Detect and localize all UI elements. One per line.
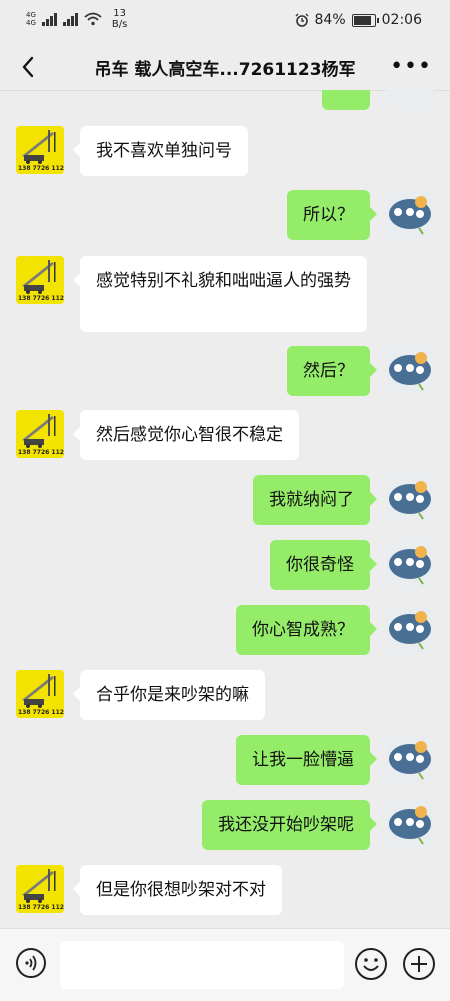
message-bubble-right-partial[interactable]	[322, 90, 377, 110]
cloud-avatar-image	[386, 800, 434, 848]
message-bubble-left[interactable]: 但是你很想吵架对不对	[73, 865, 282, 915]
message-bubble-right[interactable]: 你很奇怪	[270, 540, 377, 590]
emoji-icon[interactable]	[354, 947, 388, 981]
avatar-self[interactable]	[386, 475, 434, 523]
avatar-self-partial[interactable]	[386, 90, 434, 108]
cloud-avatar-image	[386, 346, 434, 394]
network-indicators: 4G 4G	[26, 11, 36, 27]
speed-value: 13	[113, 8, 126, 19]
cloud-avatar-image	[386, 540, 434, 588]
avatar-self[interactable]	[386, 346, 434, 394]
network-type-2: 4G	[26, 19, 36, 27]
message-bubble-right[interactable]: 我就纳闷了	[253, 475, 377, 525]
message-bubble-right[interactable]: 我还没开始吵架呢	[202, 800, 377, 850]
message-bubble-left[interactable]: 感觉特别不礼貌和咄咄逼人的强势	[73, 256, 367, 332]
message-bubble-right[interactable]: 所以？	[287, 190, 377, 240]
more-icon[interactable]: •••	[390, 54, 432, 79]
avatar-phone-text: 138 7726 1123	[18, 165, 64, 172]
battery-percent: 84%	[314, 12, 346, 28]
avatar-contact[interactable]: 138 7726 1123	[16, 410, 64, 458]
speed-unit: B/s	[111, 19, 128, 30]
avatar-contact[interactable]: 138 7726 1123	[16, 256, 64, 304]
message-list[interactable]: 138 7726 1123 我不喜欢单独问号 所以？ 138 7726 1123 感觉特…	[0, 90, 450, 928]
message-bubble-left[interactable]: 合乎你是来吵架的嘛	[73, 670, 265, 720]
cloud-avatar-image	[386, 475, 434, 523]
message-bubble-left[interactable]: 然后感觉你心智很不稳定	[73, 410, 299, 460]
status-right: 84% 02:06	[295, 12, 422, 28]
input-bar	[0, 928, 450, 1001]
status-bar: 4G 4G 13 B/s 84% 02:06	[0, 0, 450, 44]
message-input[interactable]	[60, 941, 344, 989]
avatar-contact[interactable]: 138 7726 1123	[16, 670, 64, 718]
message-bubble-right[interactable]: 让我一脸懵逼	[236, 735, 377, 785]
cloud-avatar-image	[386, 735, 434, 783]
wifi-icon	[84, 12, 102, 26]
avatar-self[interactable]	[386, 540, 434, 588]
cloud-avatar-image	[386, 605, 434, 653]
clock: 02:06	[381, 12, 422, 28]
chat-title: 吊车 载人高空车...7261123杨军	[94, 60, 356, 80]
alarm-icon	[295, 13, 309, 27]
avatar-phone-text: 138 7726 1123	[18, 295, 64, 302]
message-bubble-right[interactable]: 然后？	[287, 346, 377, 396]
avatar-self[interactable]	[386, 190, 434, 238]
battery-icon	[351, 13, 379, 27]
cloud-avatar-image	[386, 190, 434, 238]
chevron-left-icon[interactable]	[14, 52, 44, 82]
network-speed: 13 B/s	[112, 8, 127, 30]
avatar-phone-text: 138 7726 1123	[18, 904, 64, 911]
voice-icon[interactable]	[15, 947, 47, 979]
avatar-phone-text: 138 7726 1123	[18, 449, 64, 456]
signal-icon-2	[62, 12, 78, 26]
avatar-contact[interactable]: 138 7726 1123	[16, 126, 64, 174]
message-bubble-right[interactable]: 你心智成熟？	[236, 605, 377, 655]
signal-icon	[41, 12, 57, 26]
plus-icon[interactable]	[402, 947, 436, 981]
network-type-1: 4G	[26, 11, 36, 19]
avatar-self[interactable]	[386, 735, 434, 783]
avatar-phone-text: 138 7726 1123	[18, 709, 64, 716]
avatar-self[interactable]	[386, 605, 434, 653]
chat-header: 吊车 载人高空车...7261123杨军 •••	[0, 44, 450, 91]
avatar-self[interactable]	[386, 800, 434, 848]
message-bubble-left[interactable]: 我不喜欢单独问号	[73, 126, 248, 176]
avatar-contact[interactable]: 138 7726 1123	[16, 865, 64, 913]
battery-fill	[353, 15, 371, 25]
status-left: 4G 4G 13 B/s	[26, 8, 127, 30]
